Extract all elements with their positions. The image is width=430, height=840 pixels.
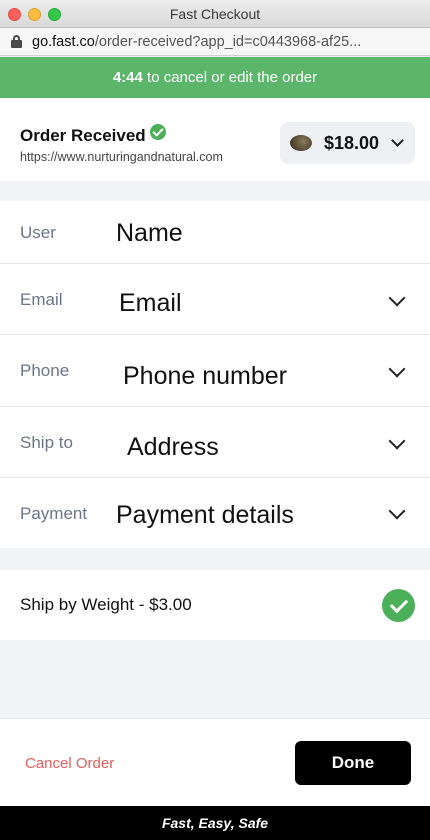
- order-total: $18.00: [324, 133, 380, 153]
- timer-message: to cancel or edit the order: [142, 69, 318, 86]
- order-status-title: Order Received: [20, 124, 166, 146]
- payment-row[interactable]: Payment Payment details: [0, 478, 430, 548]
- url-path: /order-received?app_id=c0443968-af25...: [94, 34, 362, 50]
- payment-label: Payment: [20, 504, 88, 523]
- ship-to-label: Ship to: [20, 433, 73, 452]
- countdown-timer: 4:44: [112, 69, 143, 86]
- chevron-down-icon: [391, 134, 404, 147]
- order-total-dropdown[interactable]: $18.00: [280, 122, 415, 164]
- lock-icon: [11, 35, 22, 48]
- chevron-down-icon[interactable]: [388, 360, 406, 378]
- cancel-order-link[interactable]: Cancel Order: [25, 755, 114, 772]
- action-bar: Cancel Order Done: [0, 718, 430, 806]
- check-icon[interactable]: [382, 589, 415, 622]
- url-text[interactable]: go.fast.co/order-received?app_id=c044396…: [32, 34, 422, 50]
- address-field[interactable]: Address: [127, 433, 219, 462]
- footer-tagline: Fast, Easy, Safe: [0, 806, 430, 840]
- order-status-text: Order Received: [20, 126, 146, 145]
- store-url: https://www.nurturingandnatural.com: [20, 150, 223, 164]
- cancel-timer-banner: 4:44 to cancel or edit the order: [0, 57, 430, 98]
- chevron-down-icon[interactable]: [388, 289, 406, 307]
- chevron-down-icon[interactable]: [388, 432, 406, 450]
- ship-to-row[interactable]: Ship to Address: [0, 407, 430, 478]
- shipping-option[interactable]: Ship by Weight - $3.00: [0, 570, 430, 640]
- phone-label: Phone: [20, 361, 70, 380]
- url-domain: go.fast.co: [32, 34, 95, 50]
- user-label: User: [20, 223, 56, 242]
- checkout-form: User Name Email Email Phone Phone number…: [0, 201, 430, 548]
- user-name-field[interactable]: Name: [116, 219, 183, 248]
- payment-details-field[interactable]: Payment details: [116, 501, 294, 530]
- window-titlebar: Fast Checkout: [0, 0, 430, 28]
- phone-row[interactable]: Phone Phone number: [0, 335, 430, 407]
- user-row[interactable]: User Name: [0, 201, 430, 264]
- phone-field[interactable]: Phone number: [123, 362, 287, 391]
- email-row[interactable]: Email Email: [0, 264, 430, 335]
- verified-check-icon: [149, 124, 166, 140]
- email-label: Email: [20, 290, 63, 309]
- email-field[interactable]: Email: [119, 289, 182, 318]
- product-thumbnail: [290, 135, 312, 151]
- order-header: Order Received https://www.nurturingandn…: [0, 98, 430, 181]
- address-bar[interactable]: go.fast.co/order-received?app_id=c044396…: [0, 28, 430, 56]
- done-button[interactable]: Done: [295, 741, 411, 785]
- window-title: Fast Checkout: [169, 6, 261, 22]
- shipping-method-label: Ship by Weight - $3.00: [20, 595, 192, 614]
- chevron-down-icon[interactable]: [388, 502, 406, 520]
